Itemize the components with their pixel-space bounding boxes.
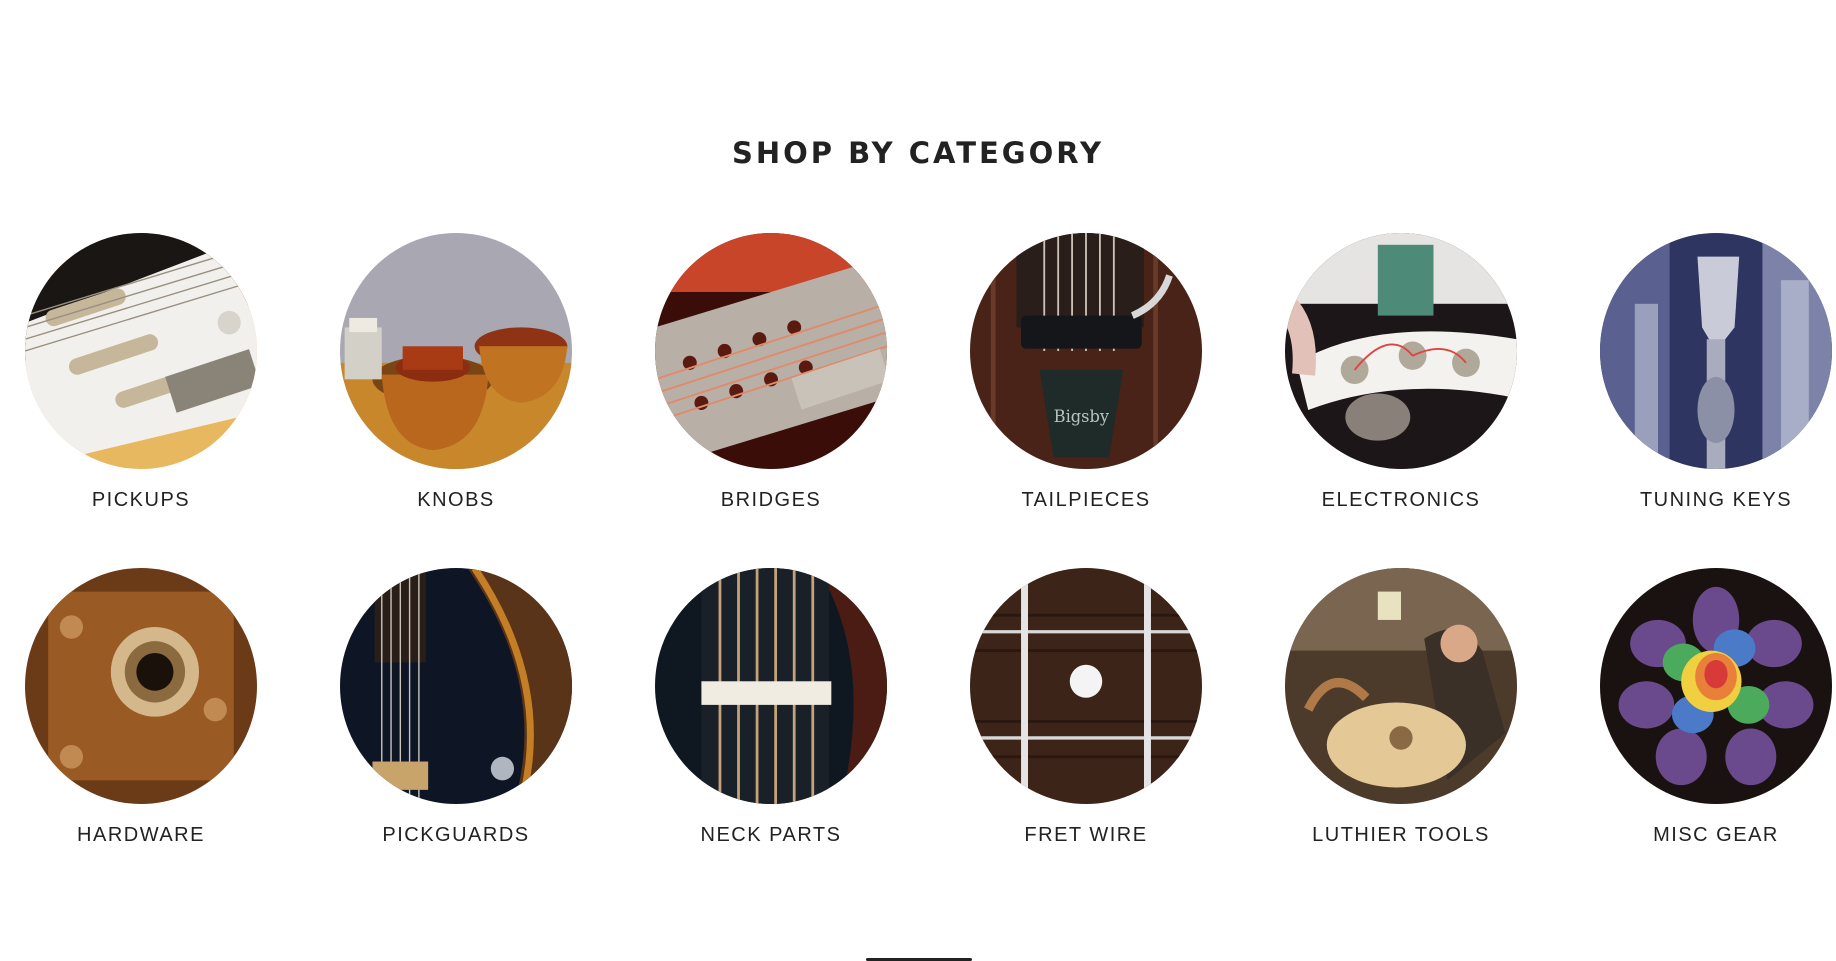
tailpieces-photo[interactable]: Bigsby [970, 233, 1202, 469]
category-tile-misc-gear[interactable]: MISC GEAR [1600, 568, 1832, 847]
category-label: MISC GEAR [1653, 824, 1779, 846]
neck-parts-photo[interactable] [655, 568, 887, 804]
category-tile-tailpieces[interactable]: Bigsby TAILPIECES [970, 233, 1202, 512]
category-label: BRIDGES [720, 489, 822, 511]
category-tile-electronics[interactable]: ELECTRONICS [1285, 233, 1517, 512]
fret-wire-photo[interactable] [970, 568, 1202, 804]
category-label: TUNING KEYS [1639, 489, 1793, 511]
category-label: LUTHIER TOOLS [1312, 824, 1490, 846]
category-label: TAILPIECES [1021, 489, 1151, 511]
category-tile-hardware[interactable]: HARDWARE [25, 568, 257, 847]
category-tile-neck-parts[interactable]: NECK PARTS [655, 568, 887, 847]
section-title: SHOP BY CATEGORY [731, 136, 1105, 170]
category-label: PICKGUARDS [382, 824, 530, 846]
category-section: SHOP BY CATEGORY PICKUPS KNOBS BRIDGES B… [0, 0, 1836, 961]
misc-gear-photo[interactable] [1600, 568, 1832, 804]
category-tile-knobs[interactable]: KNOBS [340, 233, 572, 512]
bridges-photo[interactable] [655, 233, 887, 469]
category-label: NECK PARTS [700, 824, 842, 846]
category-tile-tuning-keys[interactable]: TUNING KEYS [1600, 233, 1832, 512]
luthier-tools-photo[interactable] [1285, 568, 1517, 804]
electronics-photo[interactable] [1285, 233, 1517, 469]
pickguards-photo[interactable] [340, 568, 572, 804]
category-tile-pickups[interactable]: PICKUPS [25, 233, 257, 512]
svg-text:Bigsby: Bigsby [1054, 407, 1110, 426]
category-tile-bridges[interactable]: BRIDGES [655, 233, 887, 512]
category-tile-pickguards[interactable]: PICKGUARDS [340, 568, 572, 847]
category-grid: PICKUPS KNOBS BRIDGES Bigsby TAILPIECES … [25, 233, 1835, 847]
knobs-photo[interactable] [340, 233, 572, 469]
category-label: HARDWARE [77, 824, 205, 846]
category-label: PICKUPS [91, 489, 191, 511]
tuning-keys-photo[interactable] [1600, 233, 1832, 469]
category-tile-fret-wire[interactable]: FRET WIRE [970, 568, 1202, 847]
hardware-photo[interactable] [25, 568, 257, 804]
pickups-photo[interactable] [25, 233, 257, 469]
category-tile-luthier-tools[interactable]: LUTHIER TOOLS [1285, 568, 1517, 847]
category-label: ELECTRONICS [1321, 489, 1481, 511]
category-label: KNOBS [417, 489, 495, 511]
category-label: FRET WIRE [1024, 824, 1148, 846]
